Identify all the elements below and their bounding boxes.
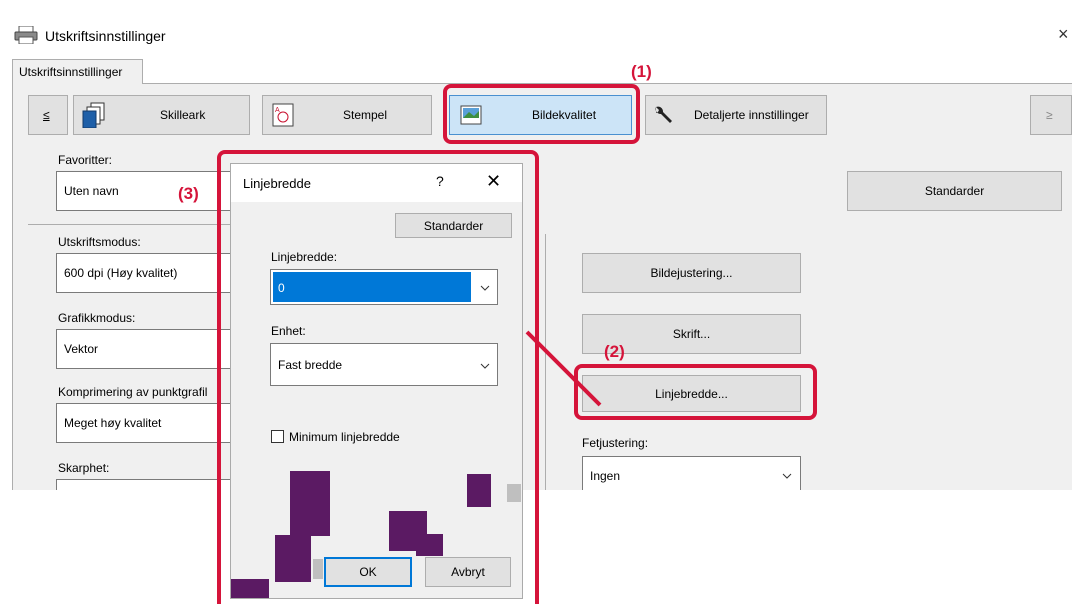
callout-3: (3): [178, 184, 199, 203]
sharpness-select[interactable]: [56, 479, 231, 490]
nav-label-separator-sheets: Skilleark: [160, 108, 206, 122]
print-mode-label: Utskriftsmodus:: [58, 235, 141, 249]
svg-text:A: A: [275, 107, 280, 114]
bitmap-compression-value: Meget høy kvalitet: [64, 416, 162, 430]
callout-box-dialog: [217, 150, 539, 604]
nav-button-separator-sheets[interactable]: Skilleark: [73, 95, 250, 135]
graphics-mode-select[interactable]: Vektor: [56, 329, 231, 369]
callout-box-image-quality: [443, 84, 640, 144]
scroll-left-button[interactable]: ≤: [28, 95, 68, 135]
fit-adjustment-select[interactable]: Ingen: [582, 456, 801, 490]
favorites-label: Favoritter:: [58, 153, 113, 167]
scroll-left-label: ≤: [43, 108, 50, 122]
fit-adjustment-label: Fetjustering:: [582, 436, 649, 450]
separator-sheets-icon: [82, 102, 105, 128]
graphics-mode-label: Grafikkmodus:: [58, 311, 136, 325]
scroll-right-button[interactable]: ≥: [1030, 95, 1072, 135]
nav-label-stamp: Stempel: [343, 108, 388, 122]
wrench-icon: [655, 106, 672, 123]
tab-printing-preferences[interactable]: Utskriftsinnstillinger: [12, 59, 143, 84]
title-bar: Utskriftsinnstillinger ×: [0, 18, 1072, 50]
image-adjustment-button[interactable]: Bildejustering...: [582, 253, 801, 293]
favorites-select[interactable]: Uten navn: [56, 171, 231, 211]
bitmap-compression-label: Komprimering av punktgrafil: [58, 385, 208, 399]
nav-button-detailed-settings[interactable]: Detaljerte innstillinger: [645, 95, 827, 135]
window-title: Utskriftsinnstillinger: [45, 28, 166, 44]
defaults-button[interactable]: Standarder: [847, 171, 1062, 211]
sharpness-label: Skarphet:: [58, 461, 110, 475]
fit-adjustment-value: Ingen: [590, 469, 621, 483]
print-mode-value: 600 dpi (Høy kvalitet): [64, 266, 178, 280]
bitmap-compression-select[interactable]: Meget høy kvalitet: [56, 403, 231, 443]
graphics-mode-value: Vektor: [64, 342, 99, 356]
favorites-value: Uten navn: [64, 184, 119, 198]
printer-icon: [14, 26, 38, 44]
stamp-icon: A: [272, 103, 294, 127]
nav-button-stamp[interactable]: A Stempel: [262, 95, 432, 135]
close-icon[interactable]: ×: [1058, 24, 1072, 45]
nav-label-detailed-settings: Detaljerte innstillinger: [694, 108, 809, 122]
print-mode-select[interactable]: 600 dpi (Høy kvalitet): [56, 253, 231, 293]
scroll-right-label: ≥: [1046, 108, 1053, 122]
callout-1: (1): [631, 62, 652, 81]
chevron-down-icon: [782, 473, 792, 479]
divider: [28, 224, 233, 225]
